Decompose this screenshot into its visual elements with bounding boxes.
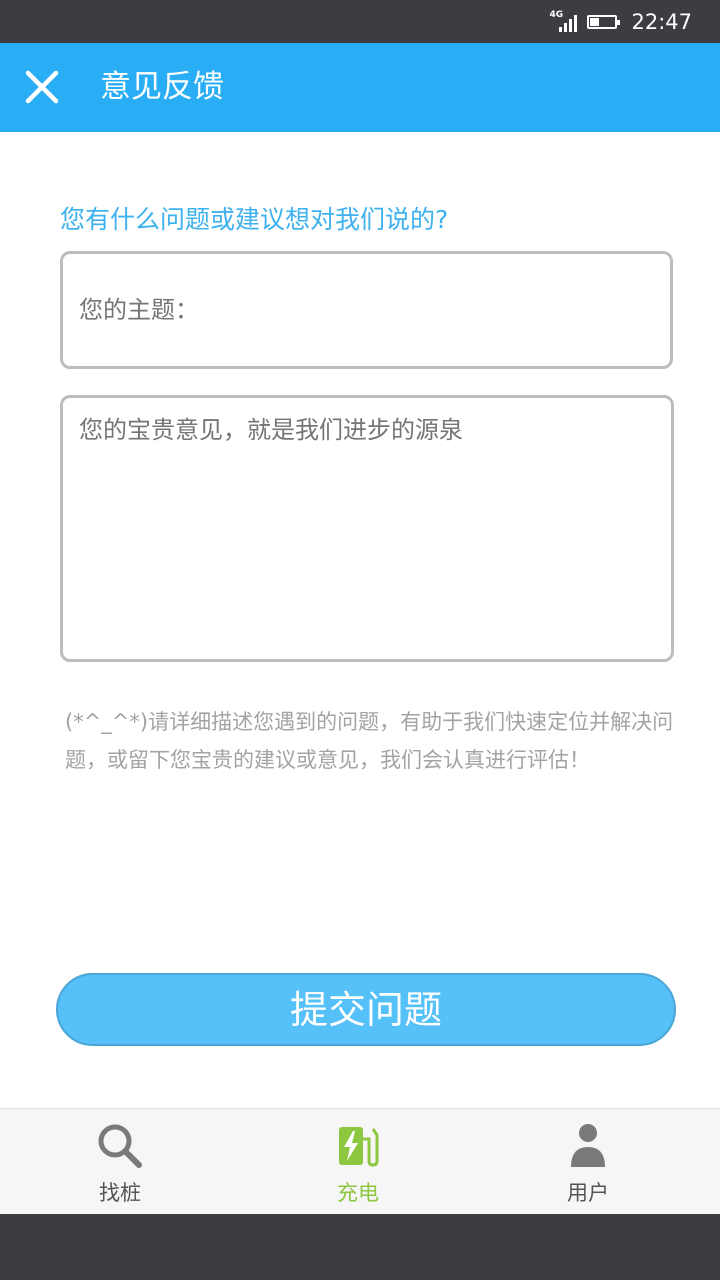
toolbar: 意见反馈 [0,43,720,132]
clock: 22:47 [631,9,692,34]
tab-label: 找桩 [99,1181,141,1205]
page-title: 意见反馈 [100,69,224,105]
close-icon [25,70,59,104]
status-bar: 4G 22:47 [0,0,720,43]
tab-find-pile[interactable]: 找桩 [40,1109,200,1215]
status-indicators: 4G 22:47 [549,0,692,43]
opinion-field[interactable] [60,395,674,662]
submit-button[interactable]: 提交问题 [56,973,676,1046]
subject-field[interactable] [60,251,673,369]
tab-user[interactable]: 用户 [508,1109,668,1215]
signal-icon: 4G [549,9,578,35]
system-nav-bar [0,1214,720,1280]
bottom-tab-bar: 找桩 充电 用户 [0,1108,720,1214]
user-icon [571,1124,605,1167]
hint-text: (*^_^*)请详细描述您遇到的问题，有助于我们快速定位并解决问题，或留下您宝贵… [65,710,674,772]
battery-icon [587,14,621,29]
tab-charge[interactable]: 充电 [278,1109,438,1215]
charging-icon [339,1127,379,1167]
search-icon [98,1124,142,1168]
close-button[interactable] [14,59,70,115]
tab-label: 用户 [567,1181,609,1205]
question-label: 您有什么问题或建议想对我们说的? [60,205,449,234]
tab-label: 充电 [337,1181,379,1205]
